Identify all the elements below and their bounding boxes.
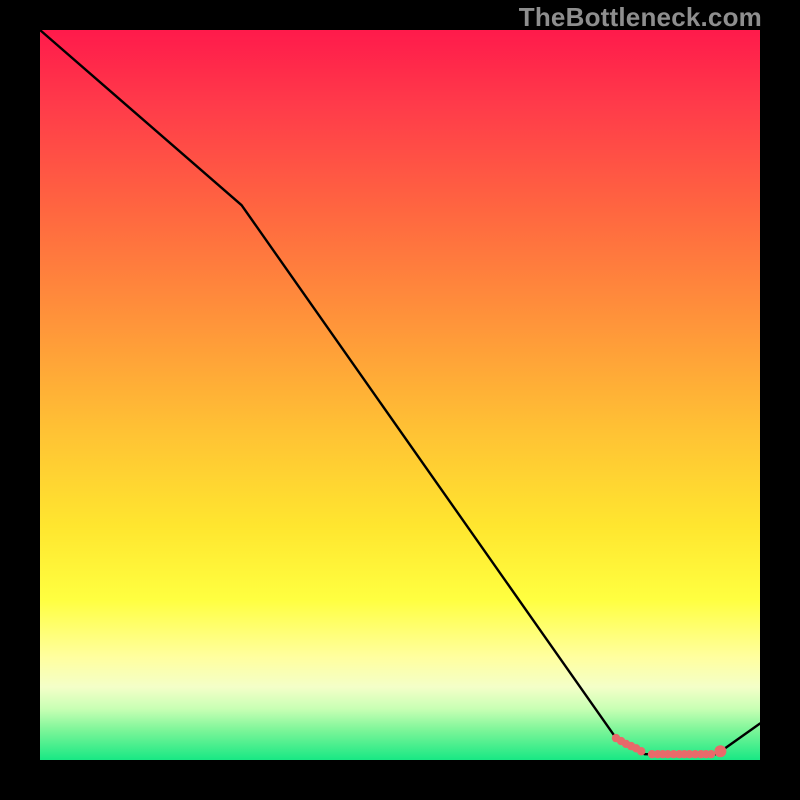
data-point — [637, 747, 645, 755]
data-point — [714, 745, 726, 757]
watermark-text: TheBottleneck.com — [519, 2, 762, 33]
data-markers — [612, 734, 727, 758]
chart-frame: TheBottleneck.com — [0, 0, 800, 800]
plot-area — [40, 30, 760, 760]
data-point — [707, 750, 715, 758]
chart-svg — [40, 30, 760, 760]
data-line — [40, 30, 760, 754]
